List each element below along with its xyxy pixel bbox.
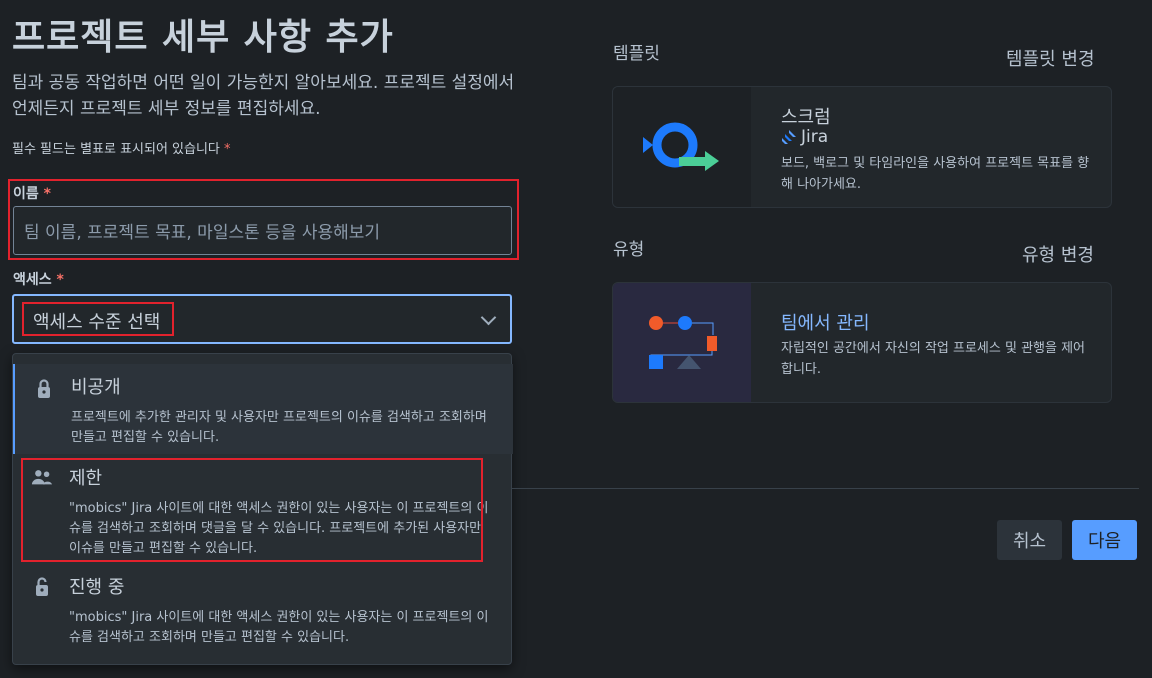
unlock-icon (31, 576, 53, 598)
page-title: 프로젝트 세부 사항 추가 (12, 17, 394, 58)
template-card[interactable]: 스크럼 Jira 보드, 백로그 및 타임라인을 사용하여 프로젝트 목표를 향… (612, 86, 1112, 208)
name-input-placeholder: 팀 이름, 프로젝트 목표, 마일스톤 등을 사용해보기 (24, 223, 381, 243)
type-card-desc: 자립적인 공간에서 자신의 작업 프로세스 및 관행을 제어합니다. (781, 341, 1086, 377)
type-card[interactable]: 팀에서 관리 자립적인 공간에서 자신의 작업 프로세스 및 관행을 제어합니다… (612, 282, 1112, 403)
change-type-button[interactable]: 유형 변경 (1022, 241, 1094, 267)
name-label: 이름 * (13, 183, 51, 203)
access-option-open-desc: "mobics" Jira 사이트에 대한 액세스 권한이 있는 사용자는 이 … (69, 610, 489, 645)
access-option-open-title: 진행 중 (69, 577, 125, 598)
type-section-label: 유형 (613, 240, 645, 260)
jira-icon (782, 130, 796, 144)
access-option-open[interactable]: 진행 중 "mobics" Jira 사이트에 대한 액세스 권한이 있는 사용… (13, 566, 511, 662)
access-label: 액세스 * (13, 269, 64, 289)
change-template-button[interactable]: 템플릿 변경 (1006, 45, 1095, 71)
name-input[interactable]: 팀 이름, 프로젝트 목표, 마일스톤 등을 사용해보기 (13, 206, 512, 255)
access-required-star: * (56, 272, 64, 288)
jira-text: Jira (801, 127, 829, 147)
name-required-star: * (43, 186, 51, 202)
lock-icon (33, 378, 55, 400)
type-card-title: 팀에서 관리 (781, 313, 870, 334)
access-option-private[interactable]: 비공개 프로젝트에 추가한 관리자 및 사용자만 프로젝트의 이슈를 검색하고 … (13, 364, 513, 454)
team-managed-illustration (613, 283, 751, 402)
access-select-value: 액세스 수준 선택 (33, 312, 161, 333)
next-button[interactable]: 다음 (1072, 520, 1137, 560)
scrum-illustration (613, 87, 751, 207)
page-description: 팀과 공동 작업하면 어떤 일이 가능한지 알아보세요. 프로젝트 설정에서 언… (12, 73, 515, 119)
required-note: 필수 필드는 별표로 표시되어 있습니다 * (12, 138, 231, 157)
required-note-text: 필수 필드는 별표로 표시되어 있습니다 (12, 142, 220, 157)
access-option-private-desc: 프로젝트에 추가한 관리자 및 사용자만 프로젝트의 이슈를 검색하고 조회하며… (71, 410, 487, 445)
jira-product-label: Jira (781, 127, 828, 147)
footer-divider (512, 488, 1139, 489)
template-card-desc: 보드, 백로그 및 타임라인을 사용하여 프로젝트 목표를 향해 나아가세요. (781, 156, 1090, 192)
name-label-text: 이름 (13, 186, 39, 202)
access-option-private-title: 비공개 (71, 377, 121, 398)
template-section-label: 템플릿 (613, 44, 660, 64)
required-star: * (224, 142, 231, 157)
access-label-text: 액세스 (13, 272, 52, 288)
cancel-button[interactable]: 취소 (997, 520, 1062, 560)
limited-option-highlight (21, 458, 483, 562)
template-card-title: 스크럼 (781, 107, 831, 128)
